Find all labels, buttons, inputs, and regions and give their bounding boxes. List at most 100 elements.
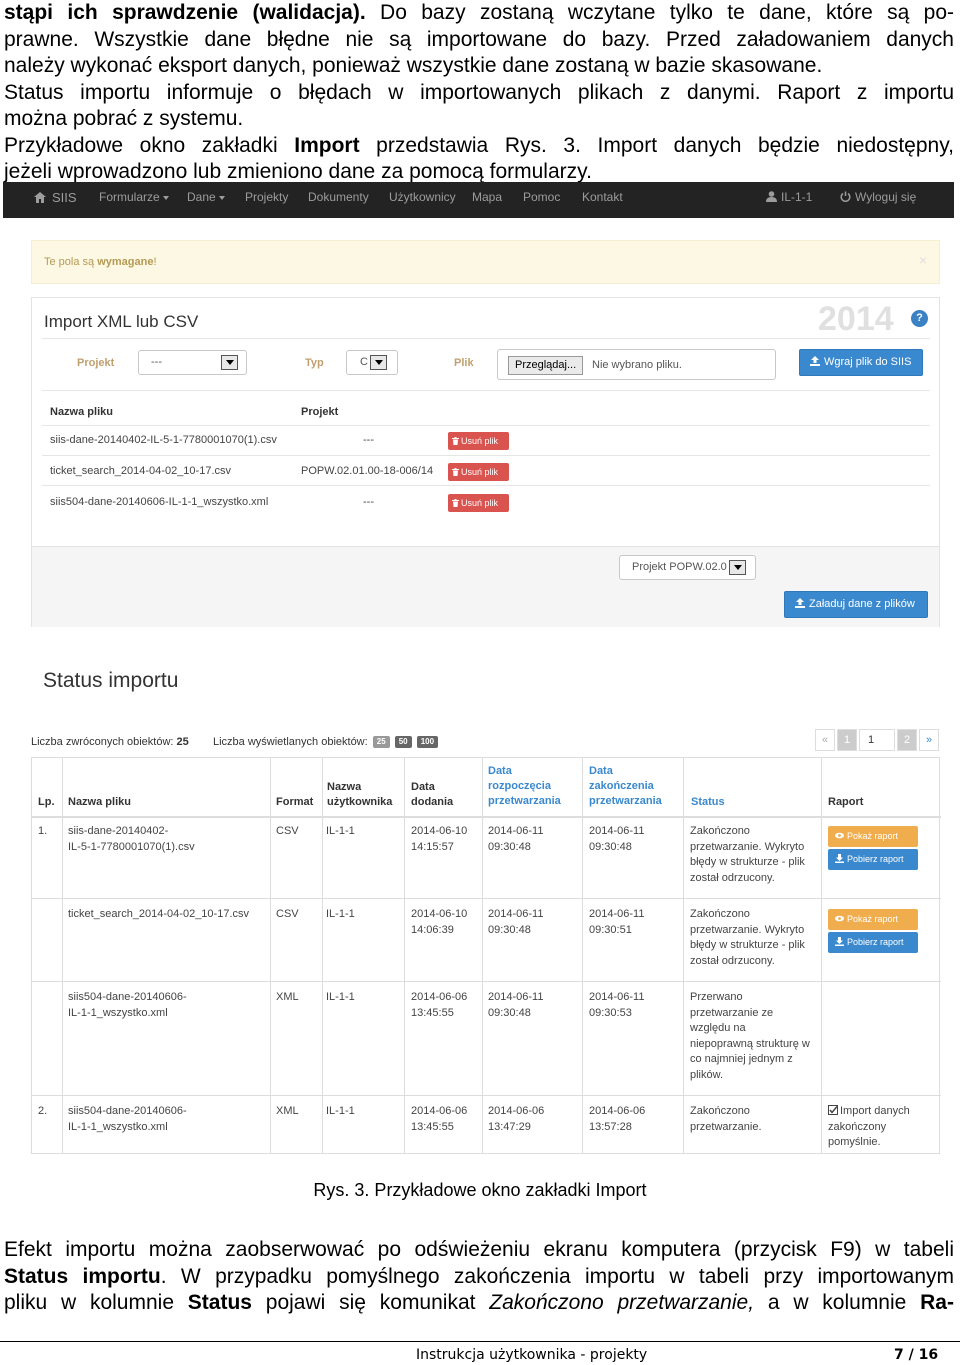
col-file-name: Nazwa pliku	[50, 406, 113, 418]
doc-line-5: można pobrać z systemu.	[4, 107, 244, 130]
nav-item-dane[interactable]: Dane	[187, 182, 225, 218]
show-report-button[interactable]: Pokaż raport	[828, 826, 918, 847]
close-icon[interactable]: ×	[919, 252, 927, 268]
divider	[42, 455, 930, 456]
load-data-button[interactable]: Załaduj dane z plików	[784, 591, 928, 618]
page-size-50[interactable]: 50	[394, 736, 412, 749]
divider	[42, 390, 930, 391]
upload-icon	[810, 356, 820, 366]
navbar-brand[interactable]: SIIS	[52, 182, 77, 218]
chevron-down-icon	[370, 355, 387, 370]
row-user: IL-1-1	[326, 825, 355, 837]
upload-button[interactable]: Wgraj plik do SIIS	[799, 349, 923, 376]
nav-item-uzytkownicy[interactable]: Użytkownicy	[389, 182, 456, 218]
row-added: 2014-06-10 14:06:39	[411, 908, 468, 936]
row-user: IL-1-1	[326, 908, 355, 920]
nav-item-dokumenty[interactable]: Dokumenty	[308, 182, 369, 218]
pager-last[interactable]: 2	[897, 729, 917, 751]
panel-title: Import XML lub CSV	[44, 312, 199, 331]
nav-item-projekty[interactable]: Projekty	[245, 182, 288, 218]
import-success-text: Import danych zakończony pomyślnie.	[828, 1105, 910, 1148]
eye-icon	[835, 832, 844, 839]
remove-file-button[interactable]: Usuń plik	[448, 463, 509, 481]
eye-icon	[835, 915, 844, 922]
download-report-button[interactable]: Pobierz raport	[828, 849, 918, 870]
nav-item-kontakt[interactable]: Kontakt	[582, 182, 623, 218]
document-top-text: stąpi ich sprawdzenie (walidacja). Do ba…	[4, 0, 954, 186]
col-project: Projekt	[301, 406, 339, 418]
projekt-select[interactable]: ---	[138, 350, 247, 375]
file-project: ---	[363, 496, 374, 508]
home-icon	[34, 192, 46, 203]
download-report-button[interactable]: Pobierz raport	[828, 932, 918, 953]
file-name: ticket_search_2014-04-02_10-17.csv	[50, 465, 232, 477]
row-added: 2014-06-06 13:45:55	[411, 991, 468, 1019]
chevron-down-icon	[221, 355, 238, 370]
top-navbar: SIIS Formularze Dane Projekty Dokumenty …	[3, 182, 954, 218]
page-size-25[interactable]: 25	[372, 736, 390, 749]
file-project: ---	[363, 434, 374, 446]
doc-bottom-line-2: Status importu. W przypadku pomyślnego z…	[4, 1264, 955, 1288]
pager-first[interactable]: 1	[837, 729, 857, 751]
browse-button[interactable]: Przeglądaj...	[508, 356, 584, 375]
col-end-date[interactable]: Data zakończenia przetwarzania	[589, 764, 662, 809]
status-title: Status importu	[43, 669, 179, 692]
row-end: 2014-06-11 09:30:48	[589, 825, 645, 853]
col-start-date[interactable]: Data rozpoczęcia przetwarzania	[488, 764, 561, 809]
doc-line-2: prawne. Wszystkie dane błędne nie są imp…	[4, 27, 954, 51]
row-lp: 1.	[38, 825, 48, 837]
project-select[interactable]: Projekt POPW.02.0	[619, 555, 756, 580]
help-icon[interactable]: ?	[911, 310, 928, 327]
figure-caption: Rys. 3. Przykładowe okno zakładki Import	[313, 1180, 647, 1200]
nav-user[interactable]: IL-1-1	[766, 182, 812, 218]
projekt-label: Projekt	[77, 357, 115, 369]
caret-down-icon	[162, 195, 169, 200]
trash-icon	[452, 499, 459, 507]
user-icon	[766, 191, 777, 202]
col-added: Data dodania	[411, 781, 454, 808]
typ-label: Typ	[305, 357, 324, 369]
row-user: IL-1-1	[326, 991, 355, 1003]
remove-file-button[interactable]: Usuń plik	[448, 494, 509, 512]
col-lp: Lp.	[38, 796, 55, 808]
row-file-name: siis-dane-20140402- IL-5-1-7780001070(1).…	[68, 825, 195, 853]
col-status[interactable]: Status	[691, 795, 725, 810]
pager-page-input[interactable]: 1	[859, 729, 895, 751]
divider	[32, 816, 941, 818]
remove-file-button[interactable]: Usuń plik	[448, 432, 509, 450]
page-number: 7 / 16	[894, 1347, 939, 1363]
col-report: Raport	[828, 796, 864, 808]
row-format: XML	[276, 991, 299, 1003]
footer-rule	[0, 1341, 960, 1342]
typ-select[interactable]: C	[346, 350, 398, 375]
row-status: Zakończono przetwarzanie.	[690, 1105, 762, 1133]
displayed-count: Liczba wyświetlanych obiektów: 25 50 100	[213, 736, 439, 749]
nav-item-formularze[interactable]: Formularze	[99, 182, 169, 218]
chevron-down-icon	[729, 560, 746, 575]
doc-line-6: Przykładowe okno zakładki Import przedst…	[4, 133, 954, 157]
divider	[32, 1095, 941, 1096]
row-file-name: siis504-dane-20140606- IL-1-1_wszystko.xm…	[68, 1105, 187, 1133]
col-format: Format	[276, 796, 314, 808]
trash-icon	[452, 437, 459, 445]
show-report-button[interactable]: Pokaż raport	[828, 909, 918, 930]
file-input[interactable]: Przeglądaj... Nie wybrano pliku.	[497, 349, 776, 380]
footer-title: Instrukcja użytkownika - projekty	[416, 1347, 648, 1363]
pager-prev[interactable]: «	[815, 729, 835, 751]
row-status: Zakończono przetwarzanie. Wykryto błędy w …	[690, 825, 805, 884]
page-size-100[interactable]: 100	[416, 736, 439, 749]
typ-select-value: C	[360, 356, 368, 368]
doc-bottom-line-3: pliku w kolumnie Status pojawi się komun…	[4, 1291, 954, 1314]
row-end: 2014-06-06 13:57:28	[589, 1105, 646, 1133]
doc-bottom-line-1: Efekt importu można zaobserwować po odśw…	[4, 1238, 954, 1261]
nav-item-pomoc[interactable]: Pomoc	[523, 182, 560, 218]
file-name: siis-dane-20140402-IL-5-1-7780001070(1).…	[50, 434, 277, 446]
file-project: POPW.02.01.00-18-006/14	[301, 465, 434, 477]
nav-item-mapa[interactable]: Mapa	[472, 182, 502, 218]
alert-message: Te pola są wymagane!	[44, 256, 157, 268]
row-status: Przerwano przetwarzanie ze względu na niepo…	[690, 991, 810, 1081]
nav-logout[interactable]: Wyloguj się	[840, 182, 916, 218]
divider	[32, 898, 941, 899]
pager-next[interactable]: »	[919, 729, 939, 751]
plik-label: Plik	[454, 357, 474, 369]
